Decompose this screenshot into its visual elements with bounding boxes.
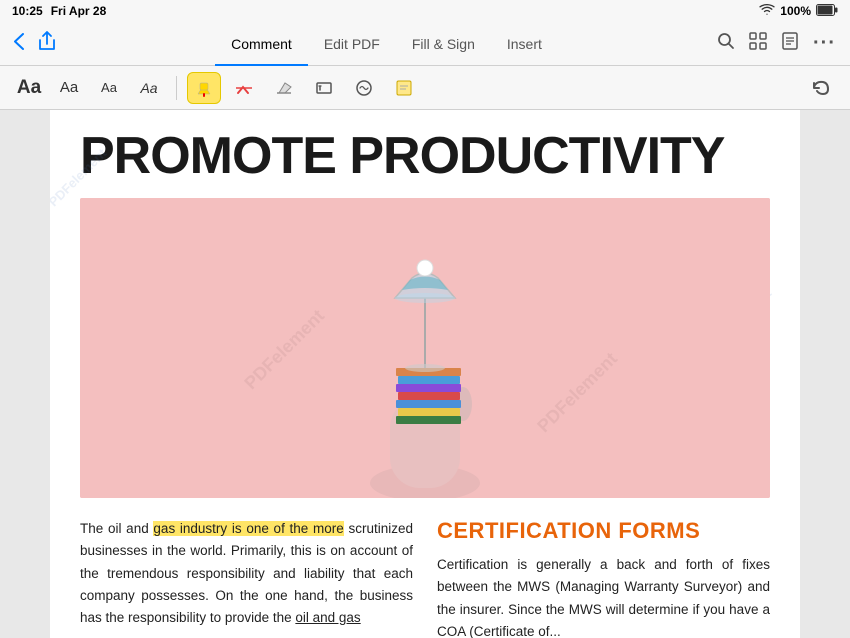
undo-button[interactable] [804,72,838,104]
pdf-page: PDFelement PDFelement PROMOTE PRODUCTIVI… [50,110,800,638]
time-display: 10:25 [12,4,43,18]
date-display: Fri Apr 28 [51,4,107,18]
font-italic-button[interactable]: Aa [132,72,166,104]
signature-button[interactable] [347,72,381,104]
textbox-button[interactable] [307,72,341,104]
sticky-note-button[interactable] [387,72,421,104]
highlighted-text: gas industry is one of the more [153,521,343,536]
pdf-image: PDFelement PDFelement [80,198,770,498]
battery-icon [816,4,838,19]
back-button[interactable] [14,33,24,55]
font-size-small-button[interactable]: Aa [92,72,126,104]
wifi-icon [759,4,775,19]
page-title: PROMOTE PRODUCTIVITY [80,130,770,182]
battery-percentage: 100% [780,4,811,18]
reader-icon[interactable] [781,32,799,55]
tab-comment[interactable]: Comment [215,30,308,58]
tab-edit-pdf[interactable]: Edit PDF [308,30,396,58]
strikethrough-button[interactable] [227,72,261,104]
certification-body-text: Certification is generally a back and fo… [437,554,770,638]
share-button[interactable] [38,31,56,56]
tab-insert[interactable]: Insert [491,30,558,58]
status-bar: 10:25 Fri Apr 28 100% [0,0,850,22]
highlighter-yellow-button[interactable] [187,72,221,104]
tab-fill-sign[interactable]: Fill & Sign [396,30,491,58]
right-text-column: CERTIFICATION FORMS Certification is gen… [437,518,770,638]
underlined-text: oil and gas [295,610,360,625]
nav-bar: Comment Edit PDF Fill & Sign Insert [0,22,850,66]
left-text-before-highlight: The oil and [80,521,153,536]
eraser-button[interactable] [267,72,301,104]
more-icon[interactable]: ··· [813,32,836,55]
annotation-toolbar: Aa Aa Aa Aa [0,66,850,110]
grid-icon[interactable] [749,32,767,55]
font-size-large-button[interactable]: Aa [12,72,46,104]
search-icon[interactable] [717,32,735,55]
left-text-column: The oil and gas industry is one of the m… [80,518,413,638]
certification-heading: CERTIFICATION FORMS [437,518,770,544]
text-columns: The oil and gas industry is one of the m… [80,518,770,638]
pdf-content-area: PDFelement PDFelement PROMOTE PRODUCTIVI… [0,110,850,638]
font-size-medium-button[interactable]: Aa [52,72,86,104]
